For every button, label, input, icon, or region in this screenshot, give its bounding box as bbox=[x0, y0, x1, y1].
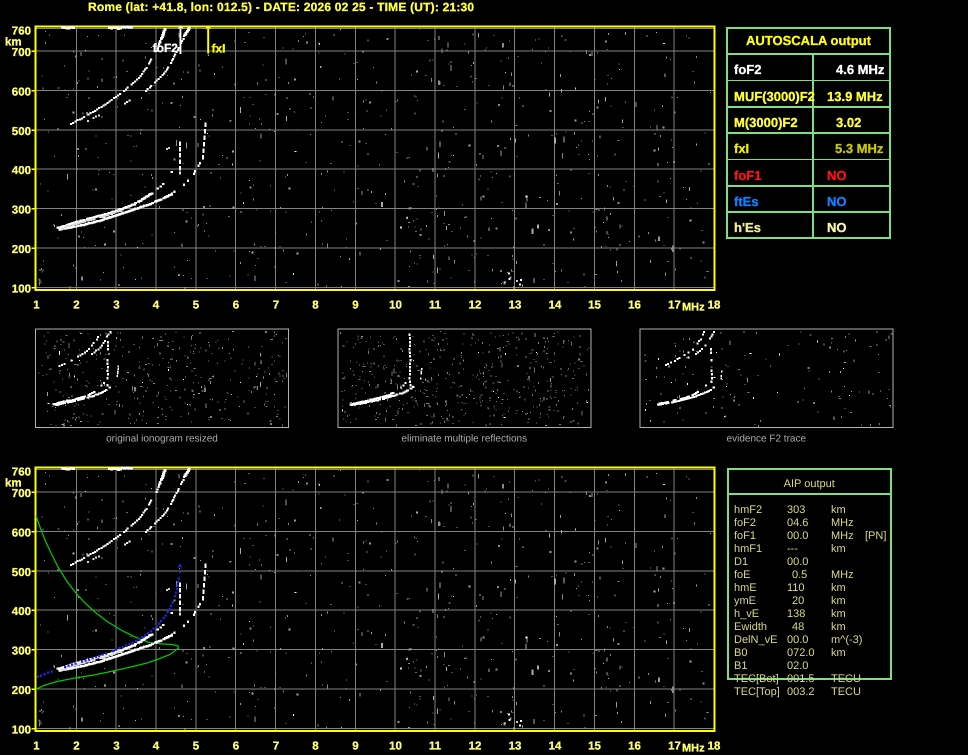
svg-text:17: 17 bbox=[668, 299, 681, 311]
svg-text:200: 200 bbox=[12, 244, 31, 256]
svg-text:400: 400 bbox=[12, 165, 31, 177]
svg-text:eliminate multiple reflections: eliminate multiple reflections bbox=[401, 433, 527, 444]
svg-text:15: 15 bbox=[588, 299, 601, 311]
svg-text:fxI: fxI bbox=[211, 41, 225, 55]
svg-text:MHz: MHz bbox=[682, 301, 705, 313]
svg-text:13: 13 bbox=[509, 299, 522, 311]
svg-text:16: 16 bbox=[628, 299, 641, 311]
svg-text:3: 3 bbox=[113, 299, 119, 311]
svg-text:12: 12 bbox=[469, 299, 482, 311]
svg-text:11: 11 bbox=[429, 299, 442, 311]
svg-text:evidence F2 trace: evidence F2 trace bbox=[727, 433, 807, 444]
svg-text:original ionogram resized: original ionogram resized bbox=[106, 433, 218, 444]
svg-text:6: 6 bbox=[233, 299, 239, 311]
svg-text:14: 14 bbox=[549, 299, 562, 311]
svg-text:8: 8 bbox=[312, 299, 319, 311]
svg-text:700: 700 bbox=[12, 47, 31, 59]
svg-text:600: 600 bbox=[12, 86, 31, 98]
svg-text:7: 7 bbox=[273, 299, 279, 311]
svg-text:foF2: foF2 bbox=[153, 41, 179, 55]
svg-text:2: 2 bbox=[73, 299, 79, 311]
svg-text:18: 18 bbox=[708, 299, 721, 311]
svg-text:300: 300 bbox=[12, 204, 31, 216]
svg-text:500: 500 bbox=[12, 126, 31, 138]
svg-text:10: 10 bbox=[389, 299, 402, 311]
svg-text:1: 1 bbox=[33, 299, 40, 311]
svg-text:100: 100 bbox=[12, 283, 31, 295]
svg-text:5: 5 bbox=[193, 299, 200, 311]
svg-text:9: 9 bbox=[352, 299, 358, 311]
svg-text:4: 4 bbox=[153, 299, 160, 311]
svg-text:Rome (lat: +41.8, lon: 012.5): Rome (lat: +41.8, lon: 012.5) - DATE: 20… bbox=[88, 0, 474, 14]
